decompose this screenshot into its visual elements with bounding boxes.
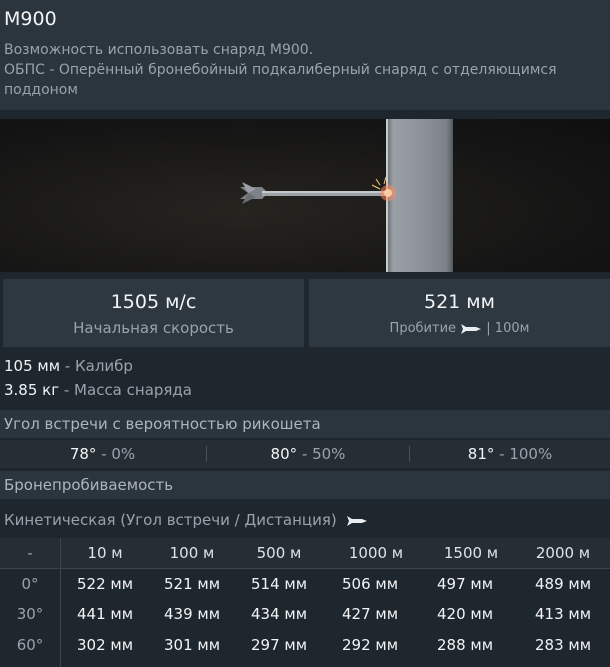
penetration-visualization — [0, 119, 610, 272]
table-divider-vertical — [60, 538, 61, 667]
mass-row: 3.85 кг - Масса снаряда — [4, 381, 192, 399]
description-line: ОБПС - Оперённый бронебойный подкалиберн… — [4, 62, 557, 78]
shell-title: M900 — [4, 8, 57, 30]
table-corner: - — [27, 544, 33, 562]
column-header: 1000 м — [348, 544, 404, 562]
ricochet-item: 81° - 100% — [410, 445, 610, 463]
mass-label: - Масса снаряда — [59, 381, 192, 399]
ricochet-probability: - 50% — [297, 445, 346, 463]
shell-info-header: M900 Возможность использовать снаряд M90… — [0, 0, 610, 110]
table-divider-horizontal — [0, 568, 610, 569]
caliber-label: - Калибр — [60, 357, 133, 375]
muzzle-velocity-box: 1505 м/с Начальная скорость — [3, 279, 304, 347]
shell-description: Возможность использовать снаряд M900. ОБ… — [4, 40, 604, 100]
ricochet-angle: 78° — [69, 445, 97, 463]
table-cell: 522 мм — [76, 575, 134, 593]
armor-penetration-title: Бронепробиваемость — [4, 476, 174, 494]
ricochet-angle: 80° — [270, 445, 298, 463]
ricochet-item: 80° - 50% — [207, 445, 409, 463]
table-cell: 441 мм — [76, 605, 134, 623]
row-angle: 30° — [16, 605, 44, 623]
column-header: 100 м — [169, 544, 215, 562]
table-cell: 521 мм — [163, 575, 221, 593]
table-cell: 297 мм — [250, 636, 308, 654]
table-cell: 301 мм — [163, 636, 221, 654]
column-header: 10 м — [87, 544, 123, 562]
table-cell: 302 мм — [76, 636, 134, 654]
penetration-distance: | 100м — [486, 321, 530, 336]
column-header: 2000 м — [535, 544, 591, 562]
muzzle-velocity-value: 1505 м/с — [110, 291, 197, 313]
caliber-row: 105 мм - Калибр — [4, 357, 133, 375]
table-cell: 420 мм — [436, 605, 494, 623]
table-cell: 506 мм — [341, 575, 399, 593]
ricochet-item: 78° - 0% — [0, 445, 205, 463]
mass-value: 3.85 кг — [4, 381, 60, 399]
row-angle: 0° — [21, 575, 39, 593]
table-cell: 497 мм — [436, 575, 494, 593]
penetration-box: 521 мм Пробитие | 100м — [309, 279, 610, 347]
ricochet-angle: 81° — [467, 445, 495, 463]
ricochet-values-row: 78° - 0% 80° - 50% 81° - 100% — [0, 440, 610, 468]
table-cell: 292 мм — [341, 636, 399, 654]
table-cell: 283 мм — [534, 636, 592, 654]
projectile-image — [240, 176, 396, 204]
table-row: 0° 522 мм 521 мм 514 мм 506 мм 497 мм 48… — [0, 569, 610, 599]
kinetic-row: Кинетическая (Угол встречи / Дистанция) — [4, 511, 368, 529]
ricochet-title: Угол встречи с вероятностью рикошета — [4, 415, 321, 433]
table-row: 30° 441 мм 439 мм 434 мм 427 мм 420 мм 4… — [0, 599, 610, 629]
ricochet-probability: - 0% — [96, 445, 136, 463]
table-cell: 413 мм — [534, 605, 592, 623]
penetration-label-row: Пробитие | 100м — [309, 321, 610, 336]
ricochet-section-header: Угол встречи с вероятностью рикошета — [0, 410, 610, 438]
shell-icon — [346, 515, 367, 526]
description-line: поддоном — [4, 82, 78, 98]
penetration-label: Пробитие — [389, 321, 457, 336]
table-cell: 288 мм — [436, 636, 494, 654]
penetration-value: 521 мм — [424, 291, 495, 313]
table-cell: 514 мм — [250, 575, 308, 593]
table-row: 60° 302 мм 301 мм 297 мм 292 мм 288 мм 2… — [0, 630, 610, 660]
column-header: 1500 м — [443, 544, 499, 562]
table-cell: 489 мм — [534, 575, 592, 593]
description-line: Возможность использовать снаряд M900. — [4, 42, 314, 58]
armor-penetration-header: Бронепробиваемость — [0, 471, 610, 499]
muzzle-velocity-label: Начальная скорость — [73, 319, 234, 337]
ricochet-probability: - 100% — [494, 445, 553, 463]
caliber-value: 105 мм — [4, 357, 61, 375]
shell-icon — [461, 323, 482, 334]
kinetic-label: Кинетическая (Угол встречи / Дистанция) — [4, 511, 337, 529]
table-cell: 434 мм — [250, 605, 308, 623]
table-header-row: - 10 м 100 м 500 м 1000 м 1500 м 2000 м — [0, 538, 610, 568]
row-angle: 60° — [16, 636, 44, 654]
table-cell: 439 мм — [163, 605, 221, 623]
table-cell: 427 мм — [341, 605, 399, 623]
column-header: 500 м — [256, 544, 302, 562]
